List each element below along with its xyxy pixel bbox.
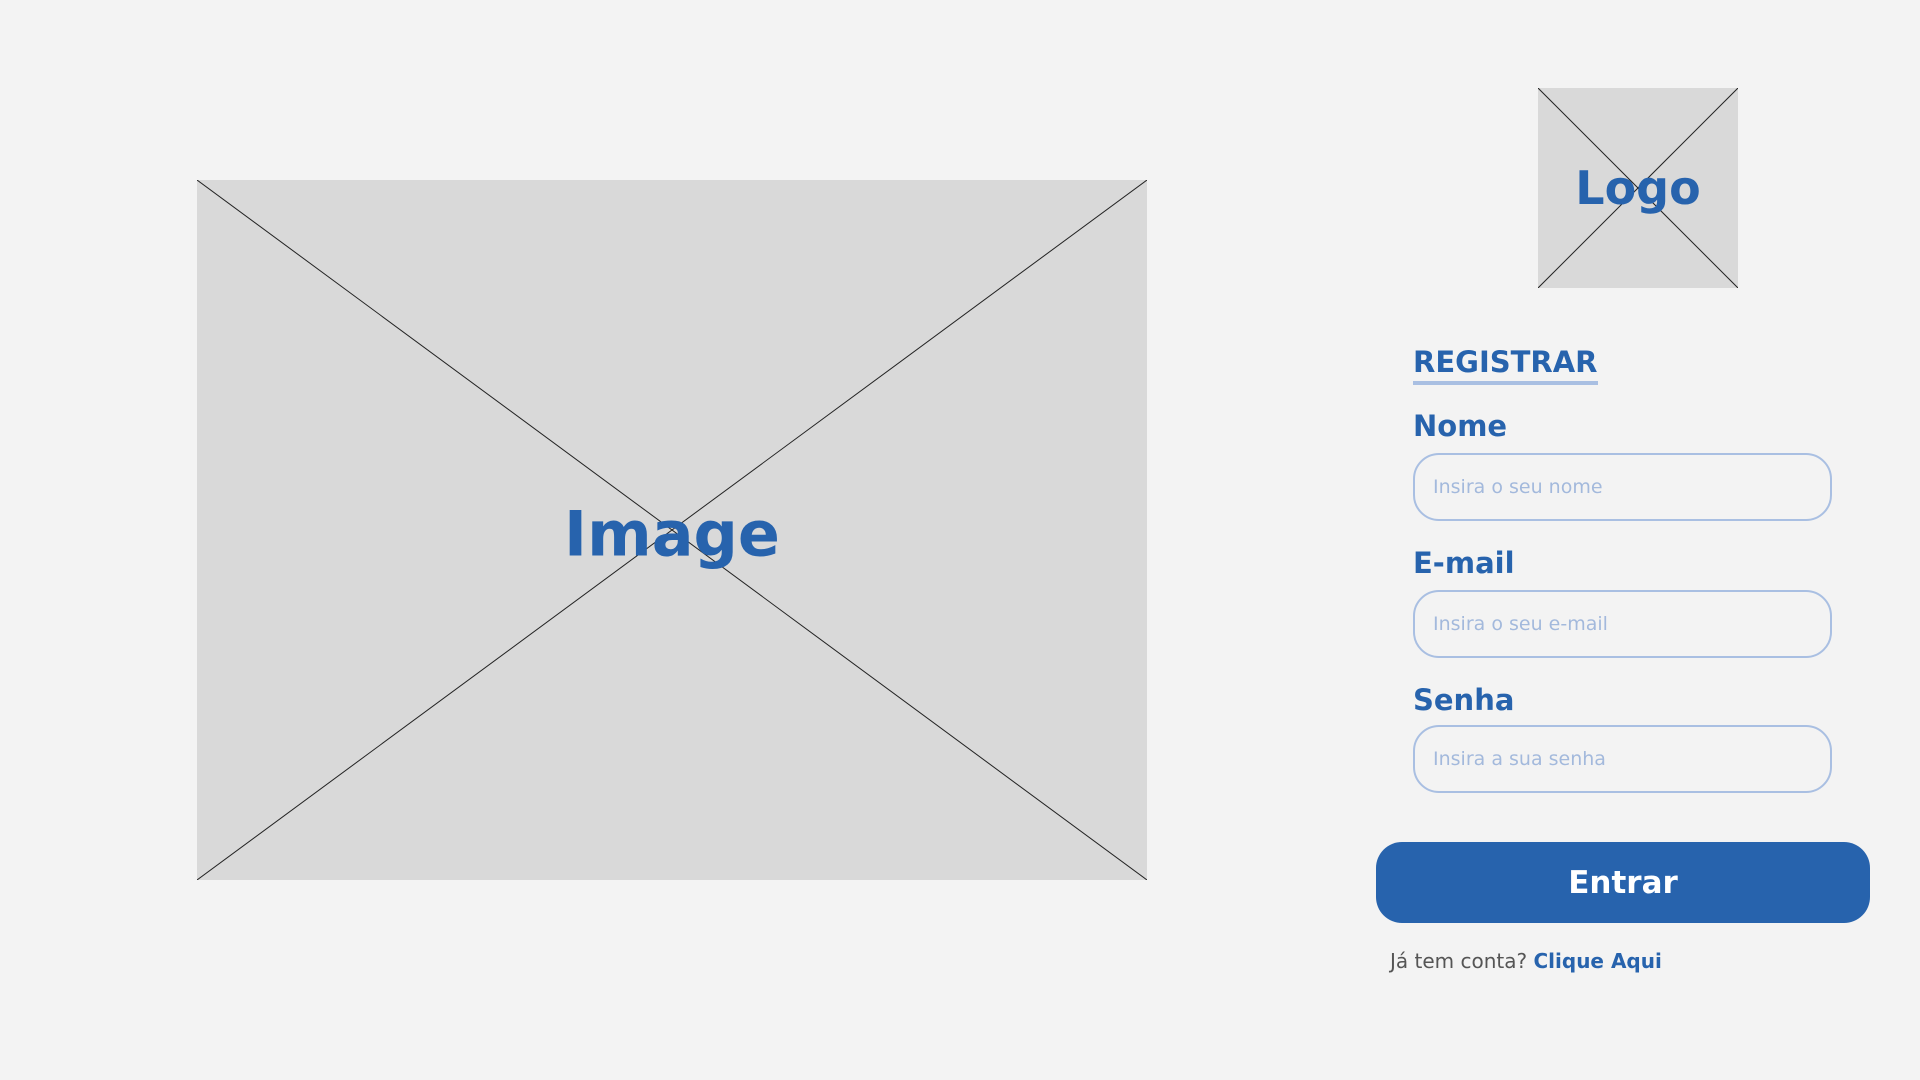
login-prompt-text: Já tem conta? <box>1390 949 1528 973</box>
password-label: Senha <box>1413 683 1515 717</box>
logo: Logo <box>1538 88 1738 288</box>
login-prompt: Já tem conta? Clique Aqui <box>1390 947 1662 975</box>
login-link[interactable]: Clique Aqui <box>1533 949 1661 973</box>
email-label: E-mail <box>1413 546 1515 580</box>
hero-image-label: Image <box>564 497 780 571</box>
email-input[interactable] <box>1413 590 1832 658</box>
register-heading: REGISTRAR <box>1413 344 1598 385</box>
name-label: Nome <box>1413 409 1508 443</box>
logo-label: Logo <box>1575 161 1701 215</box>
name-input[interactable] <box>1413 453 1832 521</box>
password-input[interactable] <box>1413 725 1832 793</box>
hero-image-placeholder: Image <box>197 180 1147 880</box>
submit-button[interactable]: Entrar <box>1376 842 1870 923</box>
